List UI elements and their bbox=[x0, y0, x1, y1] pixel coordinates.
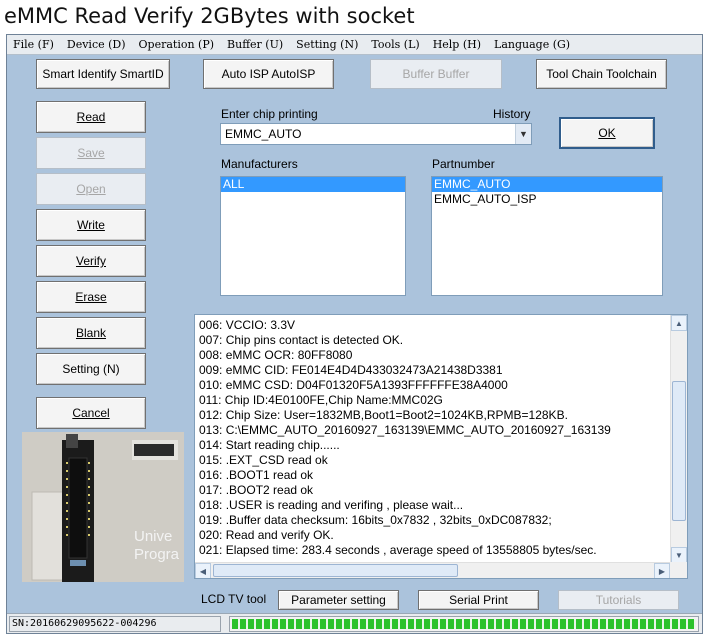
progress-bar bbox=[229, 616, 699, 632]
log-line: 018: .USER is reading and verifing , ple… bbox=[199, 498, 464, 512]
partnumber-item[interactable]: EMMC_AUTO bbox=[432, 177, 662, 192]
menu-buffer[interactable]: Buffer (U) bbox=[227, 38, 283, 51]
verify-button[interactable]: Verify bbox=[36, 245, 146, 277]
log-line: 011: Chip ID:4E0100FE,Chip Name:MMC02G bbox=[199, 393, 443, 407]
read-button-label: Read bbox=[76, 110, 106, 124]
log-line: 008: eMMC OCR: 80FF8080 bbox=[199, 348, 353, 362]
menu-bar: File (F) Device (D) Operation (P) Buffer… bbox=[7, 35, 702, 55]
scroll-down-icon[interactable]: ▼ bbox=[671, 547, 687, 563]
log-line: 012: Chip Size: User=1832MB,Boot1=Boot2=… bbox=[199, 408, 568, 422]
log-line: 015: .EXT_CSD read ok bbox=[199, 453, 328, 467]
menu-device[interactable]: Device (D) bbox=[67, 38, 126, 51]
scroll-left-icon[interactable]: ◀ bbox=[195, 563, 211, 578]
photo-text-line2: Progra bbox=[134, 546, 180, 563]
manufacturers-list[interactable]: ALL bbox=[220, 176, 406, 296]
log-output[interactable]: 006: VCCIO: 3.3V 007: Chip pins contact … bbox=[194, 314, 688, 579]
page-heading: eMMC Read Verify 2GBytes with socket bbox=[4, 4, 415, 28]
history-label: History bbox=[493, 107, 531, 121]
lcd-tv-tool-label: LCD TV tool bbox=[201, 592, 267, 606]
menu-help[interactable]: Help (H) bbox=[433, 38, 481, 51]
manufacturer-item[interactable]: ALL bbox=[221, 177, 405, 192]
log-line: 020: Read and verify OK. bbox=[199, 528, 334, 542]
partnumber-label: Partnumber bbox=[432, 157, 495, 171]
chip-printing-combo[interactable]: EMMC_AUTO ▼ bbox=[220, 123, 532, 145]
log-line: 017: .BOOT2 read ok bbox=[199, 483, 314, 497]
menu-file[interactable]: File (F) bbox=[13, 38, 54, 51]
enter-chip-label: Enter chip printing bbox=[221, 107, 318, 121]
programmer-window: File (F) Device (D) Operation (P) Buffer… bbox=[6, 34, 703, 634]
programmer-photo: Unive Progra bbox=[22, 432, 184, 582]
menu-setting[interactable]: Setting (N) bbox=[296, 38, 358, 51]
menu-language[interactable]: Language (G) bbox=[494, 38, 570, 51]
progress-fill bbox=[232, 619, 696, 629]
menu-tools[interactable]: Tools (L) bbox=[371, 38, 419, 51]
photo-text-line1: Unive bbox=[134, 528, 173, 545]
auto-isp-button[interactable]: Auto ISP AutoISP bbox=[203, 59, 334, 89]
partnumber-list[interactable]: EMMC_AUTO EMMC_AUTO_ISP bbox=[431, 176, 663, 296]
write-button[interactable]: Write bbox=[36, 209, 146, 241]
scroll-corner bbox=[670, 562, 687, 578]
manufacturers-label: Manufacturers bbox=[221, 157, 298, 171]
serial-print-button[interactable]: Serial Print bbox=[418, 590, 539, 610]
log-line: 019: .Buffer data checksum: 16bits_0x783… bbox=[199, 513, 552, 527]
log-lines: 006: VCCIO: 3.3V 007: Chip pins contact … bbox=[199, 318, 669, 558]
horizontal-scroll-thumb[interactable] bbox=[213, 564, 458, 577]
log-line: 014: Start reading chip...... bbox=[199, 438, 340, 452]
log-line: 021: Elapsed time: 283.4 seconds , avera… bbox=[199, 543, 597, 557]
erase-button[interactable]: Erase bbox=[36, 281, 146, 313]
parameter-setting-button[interactable]: Parameter setting bbox=[278, 590, 399, 610]
ok-button-label: OK bbox=[598, 126, 616, 140]
write-button-label: Write bbox=[77, 218, 105, 232]
chip-printing-value: EMMC_AUTO bbox=[225, 127, 302, 141]
log-line: 006: VCCIO: 3.3V bbox=[199, 318, 296, 332]
save-button[interactable]: Save bbox=[36, 137, 146, 169]
smart-identify-button[interactable]: Smart Identify SmartID bbox=[36, 59, 170, 89]
log-horizontal-scrollbar[interactable]: ◀ ▶ bbox=[195, 562, 670, 578]
log-line: 007: Chip pins contact is detected OK. bbox=[199, 333, 404, 347]
serial-number: SN:20160629095622-004296 bbox=[9, 616, 221, 632]
cancel-button[interactable]: Cancel bbox=[36, 397, 146, 429]
log-line: 016: .BOOT1 read ok bbox=[199, 468, 314, 482]
erase-button-label: Erase bbox=[75, 290, 107, 304]
cancel-button-label: Cancel bbox=[72, 406, 110, 420]
menu-operation[interactable]: Operation (P) bbox=[139, 38, 215, 51]
partnumber-item[interactable]: EMMC_AUTO_ISP bbox=[432, 192, 662, 207]
tool-chain-button[interactable]: Tool Chain Toolchain bbox=[536, 59, 667, 89]
vertical-scroll-thumb[interactable] bbox=[672, 381, 686, 521]
ok-button[interactable]: OK bbox=[559, 117, 655, 149]
save-button-label: Save bbox=[77, 146, 105, 160]
log-line: 013: C:\EMMC_AUTO_20160927_163139\EMMC_A… bbox=[199, 423, 611, 437]
open-button[interactable]: Open bbox=[36, 173, 146, 205]
status-bar: SN:20160629095622-004296 bbox=[7, 613, 702, 633]
blank-button-label: Blank bbox=[75, 326, 107, 340]
scroll-right-icon[interactable]: ▶ bbox=[654, 563, 670, 578]
setting-button[interactable]: Setting (N) bbox=[36, 353, 146, 385]
open-button-label: Open bbox=[76, 182, 106, 196]
scroll-up-icon[interactable]: ▲ bbox=[671, 315, 687, 331]
tutorials-button[interactable]: Tutorials bbox=[558, 590, 679, 610]
log-line: 009: eMMC CID: FE014E4D4D433032473A21438… bbox=[199, 363, 503, 377]
chevron-down-icon[interactable]: ▼ bbox=[515, 124, 531, 144]
buffer-button[interactable]: Buffer Buffer bbox=[370, 59, 502, 89]
blank-button[interactable]: Blank bbox=[36, 317, 146, 349]
verify-button-label: Verify bbox=[75, 254, 106, 268]
log-vertical-scrollbar[interactable]: ▲ ▼ bbox=[670, 315, 687, 563]
read-button[interactable]: Read bbox=[36, 101, 146, 133]
log-line: 010: eMMC CSD: D04F01320F5A1393FFFFFFE38… bbox=[199, 378, 508, 392]
